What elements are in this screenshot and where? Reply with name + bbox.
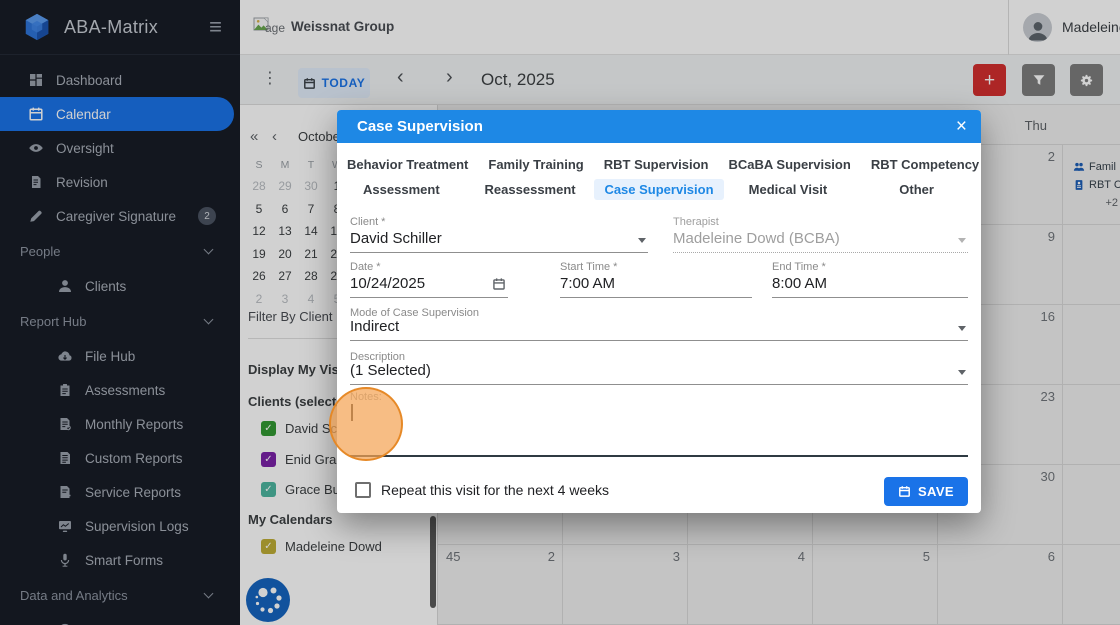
end-time-label: End Time * xyxy=(772,261,826,273)
therapist-select: Therapist Madeleine Dowd (BCBA) xyxy=(673,215,968,253)
repeat-label: Repeat this visit for the next 4 weeks xyxy=(381,482,609,498)
date-label: Date * xyxy=(350,261,381,273)
start-time-field[interactable]: Start Time * 7:00 AM xyxy=(560,260,752,298)
description-value: (1 Selected) xyxy=(350,362,431,379)
tab-rbt-competency[interactable]: RBT Competency xyxy=(861,154,989,175)
chevron-down-icon xyxy=(958,326,966,331)
save-calendar-icon xyxy=(898,485,911,498)
client-select[interactable]: Client * David Schiller xyxy=(350,215,648,253)
tab-bcaba-supervision[interactable]: BCaBA Supervision xyxy=(718,154,860,175)
visit-type-tabs-row1: Behavior TreatmentFamily TrainingRBT Sup… xyxy=(337,151,981,177)
calendar-picker-icon[interactable] xyxy=(492,277,506,291)
tab-other[interactable]: Other xyxy=(889,179,944,200)
client-label: Client * xyxy=(350,216,385,228)
tab-family-training[interactable]: Family Training xyxy=(478,154,593,175)
modal-title: Case Supervision xyxy=(357,118,956,135)
end-time-value: 8:00 AM xyxy=(772,275,827,292)
description-select[interactable]: Description (1 Selected) xyxy=(350,350,968,385)
start-time-label: Start Time * xyxy=(560,261,617,273)
tab-medical-visit[interactable]: Medical Visit xyxy=(739,179,838,200)
chevron-down-icon xyxy=(958,370,966,375)
mode-select[interactable]: Mode of Case Supervision Indirect xyxy=(350,306,968,341)
chevron-down-icon xyxy=(638,238,646,243)
click-indicator xyxy=(329,387,403,461)
app-window: ABA-Matrix ≡ Dashboard Calendar Oversigh… xyxy=(0,0,1120,625)
client-value: David Schiller xyxy=(350,230,442,247)
tab-assessment[interactable]: Assessment xyxy=(353,179,450,200)
repeat-checkbox[interactable] xyxy=(355,482,371,498)
close-icon[interactable]: × xyxy=(956,117,967,136)
visit-type-tabs-row2: Assessment Reassessment Case Supervision Me… xyxy=(337,176,981,202)
repeat-visit-checkbox-row[interactable]: Repeat this visit for the next 4 weeks xyxy=(355,482,609,498)
date-field[interactable]: Date * 10/24/2025 xyxy=(350,260,508,298)
therapist-label: Therapist xyxy=(673,216,719,228)
case-supervision-modal: Case Supervision × Behavior TreatmentFam… xyxy=(337,110,981,513)
notes-textarea[interactable]: Notes: xyxy=(350,388,968,457)
save-button[interactable]: SAVE xyxy=(884,477,968,506)
start-time-value: 7:00 AM xyxy=(560,275,615,292)
tab-rbt-supervision[interactable]: RBT Supervision xyxy=(594,154,719,175)
modal-header: Case Supervision × xyxy=(337,110,981,143)
tab-behavior-treatment[interactable]: Behavior Treatment xyxy=(337,154,478,175)
mode-value: Indirect xyxy=(350,318,399,335)
chevron-down-icon xyxy=(958,238,966,243)
tab-case-supervision[interactable]: Case Supervision xyxy=(594,179,723,200)
save-label: SAVE xyxy=(918,484,954,499)
therapist-value: Madeleine Dowd (BCBA) xyxy=(673,230,840,247)
date-value: 10/24/2025 xyxy=(350,275,425,292)
end-time-field[interactable]: End Time * 8:00 AM xyxy=(772,260,968,298)
tab-reassessment[interactable]: Reassessment xyxy=(475,179,586,200)
